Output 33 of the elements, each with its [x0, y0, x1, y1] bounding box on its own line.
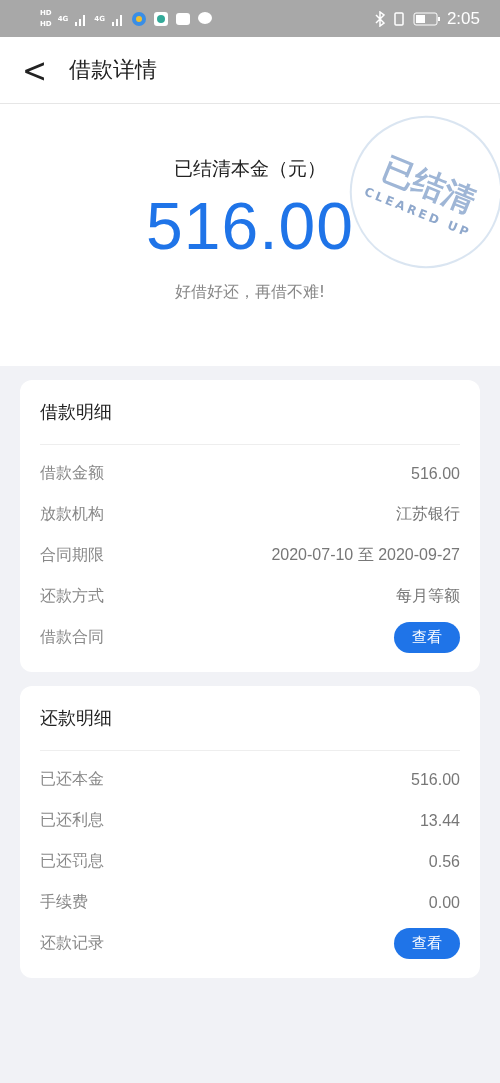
row-label: 已还利息: [40, 810, 104, 831]
row-label: 已还本金: [40, 769, 104, 790]
card-title: 借款明细: [40, 380, 460, 445]
amount-value: 516.00: [146, 188, 354, 264]
row-value: 13.44: [419, 811, 460, 830]
app-icon: [152, 10, 169, 27]
card-title: 还款明细: [40, 686, 460, 751]
row-value: 2020-07-10 至 2020-09-27: [271, 545, 460, 565]
bluetooth-icon: [374, 10, 385, 27]
row-label: 已还罚息: [40, 851, 104, 872]
row-value: 0.56: [428, 852, 460, 871]
row-label: 借款合同: [40, 627, 104, 648]
row-value: 0.00: [428, 893, 460, 912]
chat-icon: [196, 10, 213, 27]
row-value: 每月等额: [396, 586, 460, 606]
app-icon: [130, 10, 147, 27]
row-label: 还款方式: [40, 586, 104, 607]
row-value: 516.00: [411, 770, 460, 789]
back-button[interactable]: <: [18, 50, 52, 90]
row-label: 放款机构: [40, 504, 104, 525]
row-label: 还款记录: [40, 933, 104, 954]
view-button[interactable]: 查看: [394, 928, 460, 959]
view-button[interactable]: 查看: [394, 622, 460, 653]
battery-icon: [412, 11, 441, 26]
page-title: 借款详情: [69, 56, 158, 84]
row-label: 手续费: [40, 892, 88, 913]
row-label: 借款金额: [40, 463, 104, 484]
amount-label: 已结清本金（元）: [174, 156, 326, 181]
slogan-text: 好借好还，再借不难!: [174, 282, 326, 303]
status-time: 2:05: [446, 8, 480, 29]
row-value: 江苏银行: [396, 504, 460, 524]
row-label: 合同期限: [40, 545, 104, 566]
row-value: 516.00: [411, 464, 460, 483]
